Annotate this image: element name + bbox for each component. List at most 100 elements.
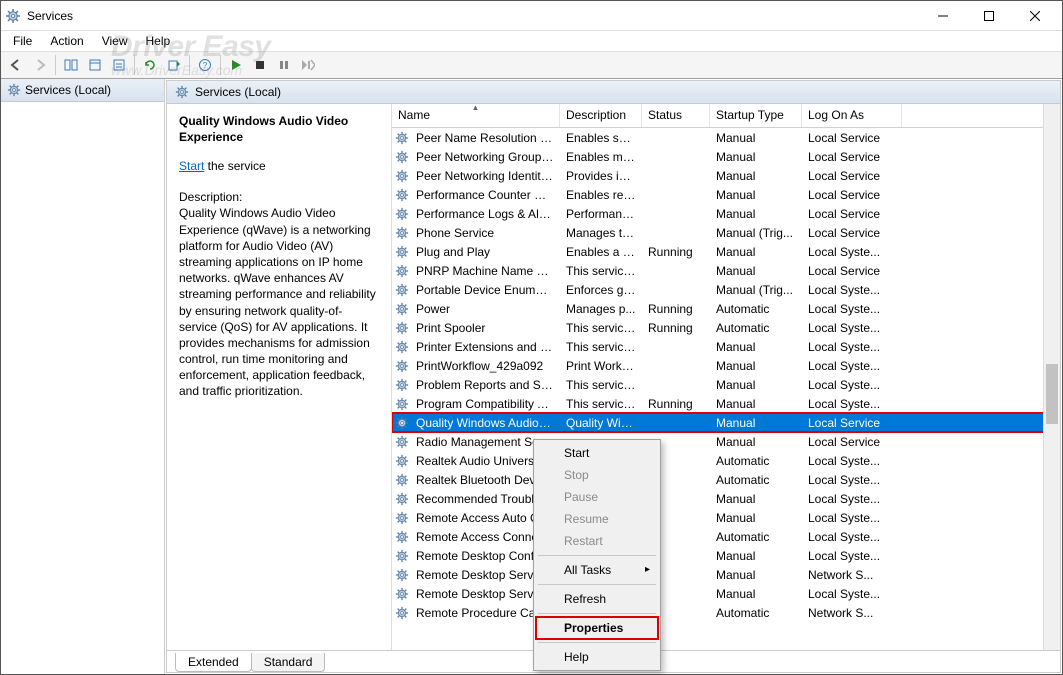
cell-logon: Local Syste... bbox=[802, 283, 902, 297]
cell-logon: Local Syste... bbox=[802, 397, 902, 411]
restart-service-button[interactable] bbox=[297, 54, 319, 76]
cell-name: Phone Service bbox=[410, 226, 560, 240]
tree-pane: Services (Local) bbox=[1, 79, 165, 674]
table-row[interactable]: Portable Device Enumerator...Enforces gr… bbox=[392, 280, 1060, 299]
forward-button[interactable] bbox=[29, 54, 51, 76]
table-row[interactable]: PNRP Machine Name Publi...This service .… bbox=[392, 261, 1060, 280]
tab-extended[interactable]: Extended bbox=[175, 653, 252, 672]
table-row[interactable]: Remote Access Connection...AutomaticLoca… bbox=[392, 527, 1060, 546]
column-status[interactable]: Status bbox=[642, 104, 710, 127]
cell-startup: Manual bbox=[710, 245, 802, 259]
menu-file[interactable]: File bbox=[5, 32, 40, 50]
gear-icon bbox=[394, 226, 410, 240]
table-row[interactable]: Remote Access Auto Conne...ManualLocal S… bbox=[392, 508, 1060, 527]
column-startup[interactable]: Startup Type bbox=[710, 104, 802, 127]
back-button[interactable] bbox=[5, 54, 27, 76]
cell-startup: Manual bbox=[710, 264, 802, 278]
cell-name: Peer Networking Grouping bbox=[410, 150, 560, 164]
cell-logon: Local Syste... bbox=[802, 378, 902, 392]
pause-service-button[interactable] bbox=[273, 54, 295, 76]
gear-icon bbox=[394, 188, 410, 202]
ctx-all-tasks[interactable]: All Tasks▸ bbox=[536, 559, 658, 581]
cell-logon: Local Service bbox=[802, 131, 902, 145]
table-row[interactable]: PowerManages p...RunningAutomaticLocal S… bbox=[392, 299, 1060, 318]
cell-logon: Local Service bbox=[802, 435, 902, 449]
show-hide-tree-button[interactable] bbox=[60, 54, 82, 76]
cell-startup: Automatic bbox=[710, 321, 802, 335]
ctx-refresh[interactable]: Refresh bbox=[536, 588, 658, 610]
column-name[interactable]: Name▲ bbox=[392, 104, 560, 127]
table-row[interactable]: PrintWorkflow_429a092Print Workfl...Manu… bbox=[392, 356, 1060, 375]
table-row[interactable]: Peer Networking Identity M...Provides id… bbox=[392, 166, 1060, 185]
stop-service-button[interactable] bbox=[249, 54, 271, 76]
start-link[interactable]: Start bbox=[179, 159, 204, 173]
table-row[interactable]: Printer Extensions and Notif...This serv… bbox=[392, 337, 1060, 356]
table-row[interactable]: Remote Desktop Configurat...ManualLocal … bbox=[392, 546, 1060, 565]
column-description[interactable]: Description bbox=[560, 104, 642, 127]
cell-description: Performanc... bbox=[560, 207, 642, 221]
table-row[interactable]: Peer Name Resolution Prot...Enables serv… bbox=[392, 128, 1060, 147]
vertical-scrollbar[interactable] bbox=[1043, 104, 1060, 650]
help-button[interactable]: ? bbox=[194, 54, 216, 76]
table-row[interactable]: Realtek Bluetooth Device M...AutomaticLo… bbox=[392, 470, 1060, 489]
cell-logon: Local Syste... bbox=[802, 511, 902, 525]
table-row[interactable]: Remote Desktop Services U...ManualLocal … bbox=[392, 584, 1060, 603]
table-row[interactable]: Peer Networking GroupingEnables mul...Ma… bbox=[392, 147, 1060, 166]
start-service-button[interactable] bbox=[225, 54, 247, 76]
ctx-start[interactable]: Start bbox=[536, 442, 658, 464]
cell-logon: Local Syste... bbox=[802, 340, 902, 354]
cell-description: This service ... bbox=[560, 397, 642, 411]
cell-startup: Automatic bbox=[710, 454, 802, 468]
export-button[interactable] bbox=[108, 54, 130, 76]
table-row[interactable]: Performance Counter DLL ...Enables rem..… bbox=[392, 185, 1060, 204]
menu-action[interactable]: Action bbox=[42, 32, 91, 50]
cell-status: Running bbox=[642, 321, 710, 335]
cell-description: Enables rem... bbox=[560, 188, 642, 202]
gear-icon bbox=[394, 359, 410, 373]
cell-description: This service ... bbox=[560, 340, 642, 354]
column-logon[interactable]: Log On As bbox=[802, 104, 902, 127]
cell-logon: Local Syste... bbox=[802, 530, 902, 544]
table-row[interactable]: Phone ServiceManages th...Manual (Trig..… bbox=[392, 223, 1060, 242]
minimize-button[interactable] bbox=[920, 1, 966, 31]
table-row[interactable]: Realtek Audio Universal Ser...AutomaticL… bbox=[392, 451, 1060, 470]
scrollbar-thumb[interactable] bbox=[1046, 364, 1058, 424]
service-list: Name▲ Description Status Startup Type Lo… bbox=[392, 104, 1060, 650]
ctx-help[interactable]: Help bbox=[536, 646, 658, 668]
ctx-properties[interactable]: Properties bbox=[536, 617, 658, 639]
table-row[interactable]: Quality Windows Audio Vid...Quality Win.… bbox=[392, 413, 1060, 432]
cell-logon: Local Syste... bbox=[802, 549, 902, 563]
gear-icon bbox=[394, 131, 410, 145]
properties-button[interactable] bbox=[84, 54, 106, 76]
gear-icon bbox=[394, 264, 410, 278]
maximize-button[interactable] bbox=[966, 1, 1012, 31]
table-row[interactable]: Program Compatibility Assi...This servic… bbox=[392, 394, 1060, 413]
table-row[interactable]: Remote Desktop ServicesManualNetwork S..… bbox=[392, 565, 1060, 584]
close-button[interactable] bbox=[1012, 1, 1058, 31]
cell-name: Power bbox=[410, 302, 560, 316]
table-row[interactable]: Radio Management ServiceManualLocal Serv… bbox=[392, 432, 1060, 451]
table-row[interactable]: Recommended Troublesho...ManualLocal Sys… bbox=[392, 489, 1060, 508]
export-list-button[interactable] bbox=[163, 54, 185, 76]
cell-name: Printer Extensions and Notif... bbox=[410, 340, 560, 354]
cell-logon: Local Syste... bbox=[802, 473, 902, 487]
menu-help[interactable]: Help bbox=[138, 32, 179, 50]
cell-name: Performance Logs & Alerts bbox=[410, 207, 560, 221]
cell-startup: Manual (Trig... bbox=[710, 283, 802, 297]
refresh-button[interactable] bbox=[139, 54, 161, 76]
table-row[interactable]: Performance Logs & AlertsPerformanc...Ma… bbox=[392, 204, 1060, 223]
table-row[interactable]: Plug and PlayEnables a c...RunningManual… bbox=[392, 242, 1060, 261]
menu-view[interactable]: View bbox=[94, 32, 136, 50]
cell-startup: Manual bbox=[710, 416, 802, 430]
titlebar: Services bbox=[1, 1, 1062, 31]
list-rows: Peer Name Resolution Prot...Enables serv… bbox=[392, 128, 1060, 650]
cell-startup: Manual bbox=[710, 169, 802, 183]
table-row[interactable]: Problem Reports and Soluti...This servic… bbox=[392, 375, 1060, 394]
table-row[interactable]: Print SpoolerThis service ...RunningAuto… bbox=[392, 318, 1060, 337]
tab-standard[interactable]: Standard bbox=[251, 653, 326, 672]
gear-icon bbox=[394, 568, 410, 582]
table-row[interactable]: Remote Procedure Call (RPC)AutomaticNetw… bbox=[392, 603, 1060, 622]
cell-name: Portable Device Enumerator... bbox=[410, 283, 560, 297]
tree-root[interactable]: Services (Local) bbox=[1, 79, 164, 102]
gear-icon bbox=[394, 150, 410, 164]
